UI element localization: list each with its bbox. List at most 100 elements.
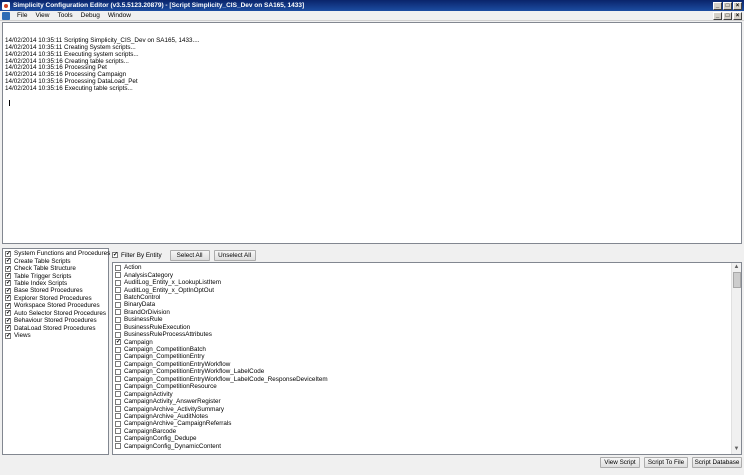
scroll-thumb[interactable] bbox=[733, 272, 741, 288]
script-option[interactable]: ✓ Table Index Scripts bbox=[5, 280, 106, 287]
close-icon[interactable]: × bbox=[733, 1, 742, 10]
entity-item[interactable]: AnalysisCategory bbox=[115, 271, 730, 279]
maximize-icon[interactable]: □ bbox=[723, 1, 732, 10]
script-option[interactable]: ✓ Table Trigger Scripts bbox=[5, 272, 106, 280]
checkbox-icon bbox=[115, 443, 121, 450]
checkbox-icon bbox=[115, 301, 121, 308]
entity-item[interactable]: Campaign_CompetitionEntryWorkflow bbox=[115, 361, 730, 368]
entity-item[interactable]: BrandOrDivision bbox=[115, 309, 730, 316]
script-option[interactable]: ✓ Auto Selector Stored Procedures bbox=[5, 310, 106, 317]
entity-item[interactable]: Campaign_CompetitionEntry bbox=[115, 353, 730, 360]
menu-bar: File View Tools Debug Window _ □ × bbox=[0, 11, 744, 21]
entity-item[interactable]: CampaignConfig_Dedupe bbox=[115, 435, 730, 442]
checkbox-icon bbox=[115, 376, 121, 383]
checkbox-icon bbox=[115, 287, 121, 294]
scroll-up-icon[interactable]: ▲ bbox=[732, 263, 741, 272]
menu-view[interactable]: View bbox=[31, 12, 53, 19]
script-option[interactable]: ✓ Check Table Structure bbox=[5, 265, 106, 272]
checkbox-icon: ✓ bbox=[5, 325, 12, 332]
checkbox-icon: ✓ bbox=[5, 302, 12, 309]
entity-item[interactable]: BatchControl bbox=[115, 294, 730, 301]
entity-item[interactable]: AuditLog_Entity_x_OptInOptOut bbox=[115, 286, 730, 294]
menu-file[interactable]: File bbox=[13, 12, 31, 19]
entity-item-label: BinaryData bbox=[124, 301, 156, 309]
checkbox-icon bbox=[115, 353, 121, 360]
script-option[interactable]: ✓ Workspace Stored Procedures bbox=[5, 302, 106, 309]
entity-list-scrollbar[interactable]: ▲ ▼ bbox=[731, 263, 741, 454]
entity-item-label: Campaign_CompetitionResource bbox=[124, 383, 217, 391]
view-script-button[interactable]: View Script bbox=[600, 457, 640, 468]
checkbox-icon bbox=[115, 264, 121, 271]
entity-item[interactable]: BusinessRule bbox=[115, 316, 730, 323]
script-option[interactable]: ✓ System Functions and Procedures bbox=[5, 250, 110, 257]
script-option-label: Explorer Stored Procedures bbox=[14, 294, 92, 302]
filter-by-entity-checkbox[interactable]: ✓ Filter By Entity bbox=[112, 251, 162, 259]
script-option[interactable]: ✓ Create Table Scripts bbox=[5, 257, 106, 265]
checkbox-icon: ✓ bbox=[5, 310, 12, 317]
checkbox-icon bbox=[115, 272, 121, 279]
entity-item[interactable]: CampaignActivity bbox=[115, 390, 730, 398]
entity-item-label: Campaign_CompetitionEntry bbox=[124, 353, 205, 361]
document-icon[interactable] bbox=[2, 11, 10, 20]
script-database-button[interactable]: Script Database bbox=[692, 457, 742, 468]
entity-item-label: BrandOrDivision bbox=[124, 308, 170, 316]
output-log[interactable]: 14/02/2014 10:35:11 Scripting Simplicity… bbox=[2, 22, 742, 244]
window-title: Simplicity Configuration Editor (v3.5.51… bbox=[13, 2, 305, 9]
checkbox-icon bbox=[115, 324, 121, 331]
select-all-button[interactable]: Select All bbox=[169, 249, 210, 261]
script-to-file-button[interactable]: Script To File bbox=[644, 457, 688, 468]
entity-item[interactable]: Action bbox=[115, 264, 730, 271]
entity-item-label: BatchControl bbox=[124, 293, 161, 301]
entity-item[interactable]: CampaignConfig_DynamicContent bbox=[115, 443, 730, 450]
script-option[interactable]: ✓ Views bbox=[5, 332, 106, 339]
minimize-icon[interactable]: _ bbox=[713, 1, 722, 10]
menu-window[interactable]: Window bbox=[104, 12, 135, 19]
entity-item[interactable]: ✓ Campaign bbox=[115, 338, 730, 346]
child-close-icon[interactable]: × bbox=[733, 11, 742, 20]
script-option[interactable]: ✓ DataLoad Stored Procedures bbox=[5, 324, 106, 332]
entity-item-label: AnalysisCategory bbox=[124, 271, 173, 279]
entity-item[interactable]: Campaign_CompetitionEntryWorkflow_LabelC… bbox=[115, 368, 730, 375]
entity-item[interactable]: AuditLog_Entity_x_LookupListItem bbox=[115, 279, 730, 286]
log-line: 14/02/2014 10:35:16 Creating table scrip… bbox=[5, 57, 129, 65]
checkbox-icon bbox=[115, 316, 121, 323]
entity-item-label: CampaignConfig_DynamicContent bbox=[124, 442, 221, 450]
entity-item-label: AuditLog_Entity_x_LookupListItem bbox=[124, 279, 221, 287]
entity-item[interactable]: BinaryData bbox=[115, 301, 730, 308]
menu-tools[interactable]: Tools bbox=[53, 12, 76, 19]
menu-debug[interactable]: Debug bbox=[77, 12, 104, 19]
checkbox-icon: ✓ bbox=[115, 339, 122, 346]
entity-item-label: CampaignArchive_AuditNotes bbox=[124, 412, 209, 420]
entity-item[interactable]: Campaign_CompetitionBatch bbox=[115, 346, 730, 353]
checkbox-icon bbox=[115, 413, 121, 420]
bottom-buttons: View Script Script To File Script Databa… bbox=[600, 457, 742, 468]
script-option-label: Table Trigger Scripts bbox=[14, 272, 72, 280]
entity-item-label: Campaign_CompetitionEntryWorkflow_LabelC… bbox=[124, 368, 265, 376]
entity-item-label: CampaignActivity bbox=[124, 390, 173, 398]
entity-item[interactable]: CampaignArchive_CampaignReferrals bbox=[115, 420, 730, 427]
checkbox-icon bbox=[115, 331, 121, 338]
entity-item[interactable]: BusinessRuleProcessAttributes bbox=[115, 331, 730, 338]
script-option-label: Views bbox=[14, 332, 31, 340]
entity-item[interactable]: CampaignArchive_ActivitySummary bbox=[115, 405, 730, 413]
child-restore-icon[interactable]: □ bbox=[723, 11, 732, 20]
entity-item[interactable]: CampaignArchive_AuditNotes bbox=[115, 413, 730, 420]
scroll-down-icon[interactable]: ▼ bbox=[732, 445, 741, 454]
script-option-label: DataLoad Stored Procedures bbox=[14, 324, 96, 332]
script-option[interactable]: ✓ Base Stored Procedures bbox=[5, 287, 106, 294]
unselect-all-button[interactable]: Unselect All bbox=[213, 249, 256, 261]
entity-item[interactable]: CampaignActivity_AnswerRegister bbox=[115, 398, 730, 405]
script-option[interactable]: ✓ Explorer Stored Procedures bbox=[5, 295, 106, 302]
text-caret bbox=[8, 99, 10, 106]
script-option-label: Base Stored Procedures bbox=[14, 287, 83, 295]
checkbox-icon: ✓ bbox=[5, 280, 12, 287]
entity-item[interactable]: BusinessRuleExecution bbox=[115, 324, 730, 331]
entity-item[interactable]: Campaign_CompetitionResource bbox=[115, 383, 730, 390]
entity-item[interactable]: CampaignBarcode bbox=[115, 428, 730, 435]
entity-item-label: BusinessRule bbox=[124, 316, 163, 324]
child-minimize-icon[interactable]: _ bbox=[713, 11, 722, 20]
filter-label: Filter By Entity bbox=[121, 251, 162, 259]
entity-item[interactable]: Campaign_CompetitionEntryWorkflow_LabelC… bbox=[115, 376, 730, 383]
entity-item-label: CampaignArchive_CampaignReferrals bbox=[124, 420, 232, 428]
script-option[interactable]: ✓ Behaviour Stored Procedures bbox=[5, 317, 106, 324]
